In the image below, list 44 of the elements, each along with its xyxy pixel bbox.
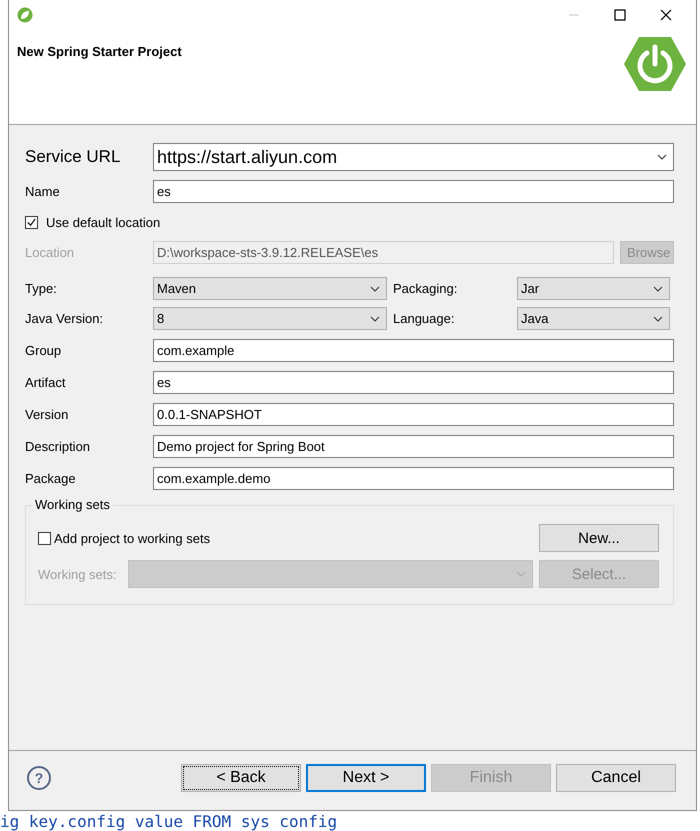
chevron-down-icon (370, 286, 380, 292)
dialog-button[interactable]: Cancel (556, 764, 676, 792)
power-logo-icon (624, 36, 686, 92)
field-label: Version (25, 407, 70, 422)
checkbox-label: Add project to working sets (54, 530, 210, 546)
dropdown[interactable]: Java (517, 307, 670, 330)
dialog-button[interactable]: Next > (306, 764, 426, 792)
checkbox[interactable] (25, 216, 38, 228)
chevron-down-icon (653, 316, 663, 322)
help-icon[interactable]: ? (27, 766, 51, 790)
field-label: Group (25, 343, 62, 358)
text-input[interactable]: Demo project for Spring Boot (153, 435, 674, 458)
checkbox-label: Use default location (46, 214, 160, 230)
code-line: ig key.config value FROM sys config (0, 812, 338, 831)
field-label: Package (25, 471, 77, 486)
text-input[interactable]: com.example.demo (153, 467, 674, 490)
dropdown[interactable]: 8 (153, 307, 387, 330)
maximize-icon[interactable] (614, 9, 626, 21)
leaf-icon (17, 7, 33, 23)
field-label: Language: (392, 311, 456, 326)
field-label: Service URL (25, 147, 122, 167)
field-label: Working sets: (38, 566, 118, 582)
field-label: Artifact (25, 375, 66, 390)
field-label: Location (25, 245, 76, 260)
field-label: Java Version: (25, 311, 104, 326)
dropdown[interactable]: Maven (153, 277, 387, 300)
chevron-down-icon (657, 154, 667, 160)
chevron-down-icon (370, 316, 380, 322)
dialog-title: New Spring Starter Project (17, 44, 182, 59)
field-label: Name (25, 184, 61, 199)
service-url-combo[interactable]: https://start.aliyun.com (153, 143, 674, 171)
field-label: Description (25, 439, 92, 454)
close-icon[interactable] (660, 9, 672, 21)
chevron-down-icon (653, 286, 663, 292)
text-input[interactable]: es (153, 371, 674, 394)
text-input[interactable]: com.example (153, 339, 674, 362)
dropdown[interactable]: Jar (517, 277, 670, 300)
dialog-button[interactable]: < Back (181, 764, 301, 792)
chevron-down-icon (516, 571, 526, 577)
group-title: Working sets (32, 497, 113, 512)
text-input[interactable]: 0.0.1-SNAPSHOT (153, 403, 674, 426)
name-input[interactable]: es (153, 180, 674, 203)
field-label: Type: (25, 281, 58, 296)
field-label: Packaging: (392, 281, 458, 296)
